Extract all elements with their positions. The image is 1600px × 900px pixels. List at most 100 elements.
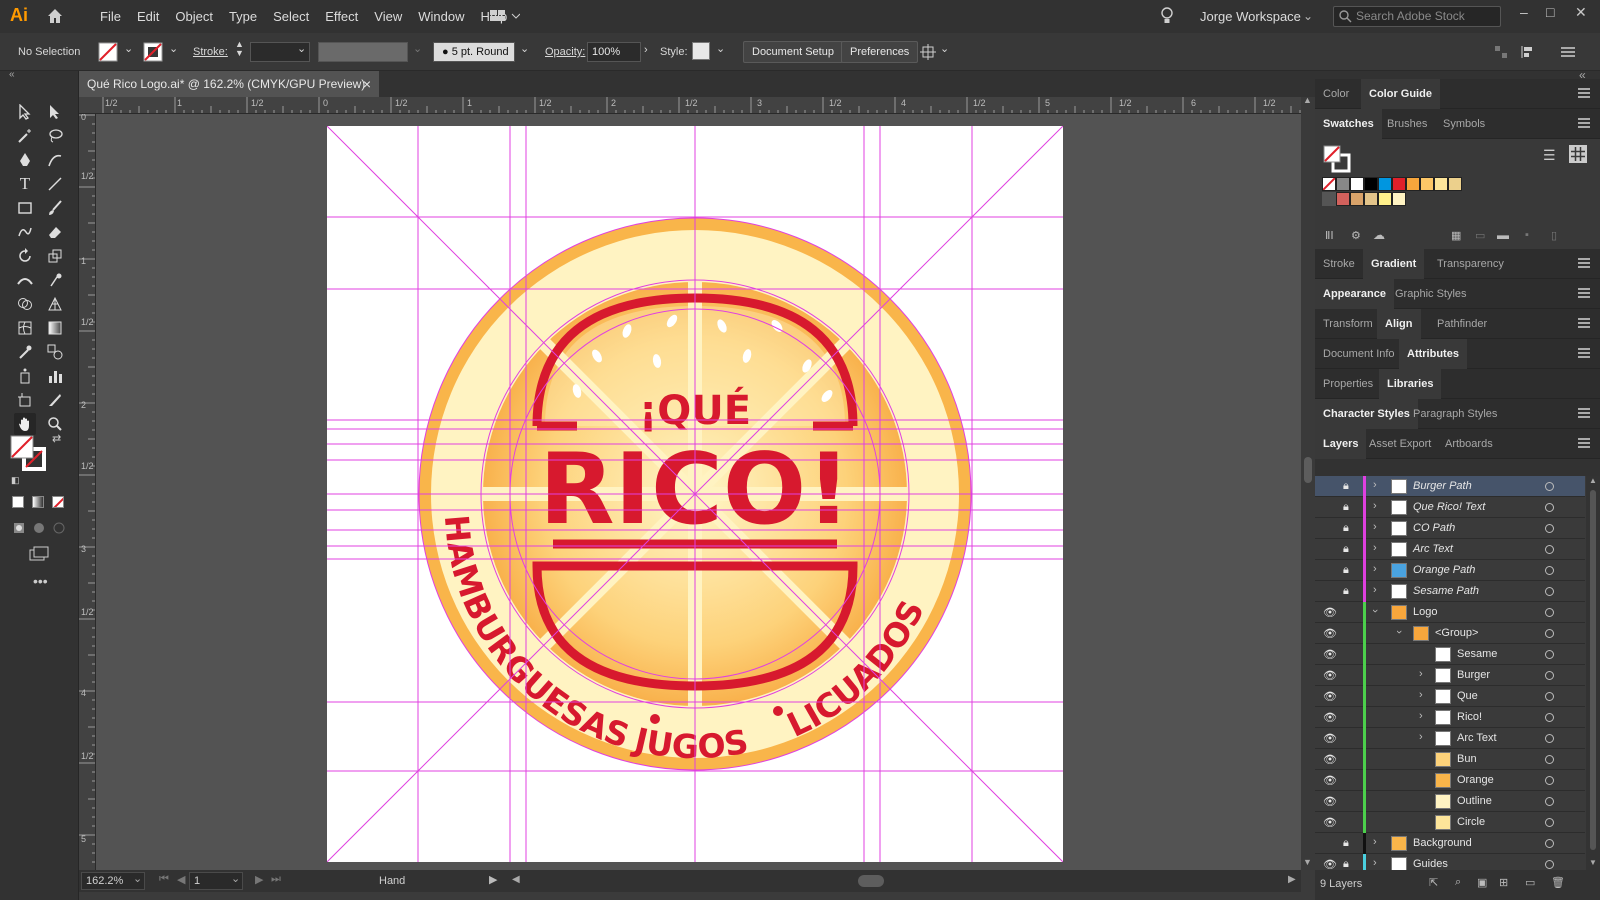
swatch-black[interactable] [1364, 177, 1378, 191]
swatch-none[interactable] [1322, 177, 1336, 191]
draw-inside-icon[interactable] [48, 517, 70, 539]
target-icon[interactable] [1545, 524, 1554, 533]
tab-artboards[interactable]: Artboards [1437, 429, 1501, 459]
visibility-eye-icon[interactable]: 👁︎ [1323, 690, 1337, 703]
scroll-down-icon[interactable]: ▼ [1303, 857, 1312, 867]
expand-layer-icon[interactable]: › [1419, 668, 1423, 680]
visibility-eye-icon[interactable]: 👁︎ [1323, 753, 1337, 766]
target-icon[interactable] [1545, 860, 1554, 869]
lock-icon[interactable]: 🔒︎ [1343, 585, 1349, 598]
swatch-sand[interactable] [1364, 192, 1378, 206]
target-icon[interactable] [1545, 545, 1554, 554]
panel-menu-icon[interactable] [1578, 408, 1590, 418]
line-tool-icon[interactable] [44, 173, 66, 195]
vertical-ruler[interactable]: 0 1/2 1 1/2 2 1/2 3 1/2 4 1/2 5 [79, 114, 96, 870]
draw-behind-icon[interactable] [28, 517, 50, 539]
panel-menu-icon[interactable] [1578, 258, 1590, 268]
style-chevron-icon[interactable]: ⌄ [716, 42, 725, 55]
vertical-scrollbar[interactable]: ▲ ▼ [1301, 95, 1315, 870]
tab-asset-export[interactable]: Asset Export [1361, 429, 1439, 459]
cloud-icon[interactable]: ☁ [1373, 228, 1385, 242]
close-tab-icon[interactable]: × [363, 71, 371, 97]
target-icon[interactable] [1545, 650, 1554, 659]
draw-normal-icon[interactable] [8, 517, 30, 539]
align-to-icon[interactable] [920, 44, 936, 60]
distribute-icon[interactable] [1520, 44, 1536, 60]
color-mode-icon[interactable] [12, 496, 24, 508]
swatch-caramel[interactable] [1350, 192, 1364, 206]
zoom-chevron-icon[interactable]: ⌄ [133, 872, 142, 885]
close-window-icon[interactable]: ✕ [1575, 4, 1587, 21]
tab-color[interactable]: Color [1315, 79, 1357, 109]
home-icon[interactable] [46, 7, 64, 25]
expand-layer-icon[interactable]: › [1373, 836, 1377, 848]
swatch-yellow[interactable] [1434, 177, 1448, 191]
scroll-up-icon[interactable]: ▲ [1589, 476, 1597, 485]
layer-row[interactable]: 🔒︎ › Que Rico! Text [1315, 497, 1585, 518]
lock-icon[interactable]: 🔒︎ [1343, 501, 1349, 514]
symbol-sprayer-tool-icon[interactable] [14, 365, 36, 387]
workspace-switcher[interactable]: Jorge Workspace [1200, 9, 1301, 24]
export-icon[interactable]: ⇱ [1429, 876, 1438, 889]
collapse-layer-icon[interactable]: › [1393, 630, 1405, 634]
layer-row[interactable]: 🔒︎ › Orange Path [1315, 560, 1585, 581]
expand-layer-icon[interactable]: › [1373, 521, 1377, 533]
stroke-dropdown-icon[interactable]: ⌄ [169, 42, 178, 55]
visibility-eye-icon[interactable]: 👁︎ [1323, 711, 1337, 724]
lock-icon[interactable]: 🔒︎ [1343, 522, 1349, 535]
eraser-tool-icon[interactable] [44, 221, 66, 243]
vertical-scroll-thumb[interactable] [1304, 457, 1312, 483]
panel-menu-icon[interactable] [1578, 318, 1590, 328]
shape-builder-tool-icon[interactable] [14, 293, 36, 315]
direct-selection-tool-icon[interactable] [44, 101, 66, 123]
arrange-icon[interactable] [1494, 45, 1508, 59]
tab-pathfinder[interactable]: Pathfinder [1429, 309, 1495, 339]
target-icon[interactable] [1545, 671, 1554, 680]
lock-icon[interactable]: 🔒︎ [1343, 564, 1349, 577]
paintbrush-tool-icon[interactable] [44, 197, 66, 219]
menu-edit[interactable]: Edit [129, 9, 167, 24]
pen-tool-icon[interactable] [14, 149, 36, 171]
layer-row[interactable]: 👁︎ Orange [1315, 770, 1585, 791]
menu-file[interactable]: File [92, 9, 129, 24]
collapse-toolbar-icon[interactable]: « [9, 69, 15, 80]
layer-row[interactable]: 👁︎ › Arc Text [1315, 728, 1585, 749]
visibility-eye-icon[interactable]: 👁︎ [1323, 795, 1337, 808]
tab-graphic-styles[interactable]: Graphic Styles [1387, 279, 1475, 309]
preferences-button[interactable]: Preferences [841, 41, 919, 63]
horizontal-scroll-thumb[interactable] [858, 875, 884, 887]
opacity-field[interactable]: 100% [587, 42, 641, 62]
minimize-icon[interactable]: – [1520, 4, 1528, 20]
previous-artboard-icon[interactable]: ◀ [177, 873, 185, 886]
panel-menu-icon[interactable] [1578, 88, 1590, 98]
fill-swatch-icon[interactable] [98, 42, 118, 62]
expand-layer-icon[interactable]: › [1373, 542, 1377, 554]
visibility-eye-icon[interactable]: 👁︎ [1323, 669, 1337, 682]
lasso-tool-icon[interactable] [44, 125, 66, 147]
maximize-icon[interactable]: □ [1546, 4, 1554, 20]
menu-select[interactable]: Select [265, 9, 317, 24]
scroll-up-icon[interactable]: ▲ [1303, 95, 1312, 105]
expand-layer-icon[interactable]: › [1373, 584, 1377, 596]
tab-symbols[interactable]: Symbols [1435, 109, 1493, 139]
lightbulb-icon[interactable] [1160, 7, 1174, 25]
tab-attributes[interactable]: Attributes [1399, 339, 1467, 369]
screen-mode-icon[interactable] [28, 543, 50, 565]
swatch-libraries-icon[interactable]: ⅡⅠ [1325, 229, 1334, 242]
tab-document-info[interactable]: Document Info [1315, 339, 1403, 369]
type-tool-icon[interactable]: T [14, 173, 36, 195]
visibility-eye-icon[interactable]: 👁︎ [1323, 606, 1337, 619]
curvature-tool-icon[interactable] [44, 149, 66, 171]
target-icon[interactable] [1545, 608, 1554, 617]
eyedropper-tool-icon[interactable] [14, 341, 36, 363]
target-icon[interactable] [1545, 692, 1554, 701]
visibility-eye-icon[interactable]: 👁︎ [1323, 732, 1337, 745]
locate-object-icon[interactable]: ⌕ [1455, 876, 1461, 889]
layer-row[interactable]: 👁︎ › Rico! [1315, 707, 1585, 728]
puppet-warp-tool-icon[interactable] [44, 269, 66, 291]
scroll-down-icon[interactable]: ▼ [1589, 858, 1597, 867]
layer-row[interactable]: 🔒︎ › Sesame Path [1315, 581, 1585, 602]
graphic-style-swatch[interactable] [692, 42, 710, 60]
brush-chevron-icon[interactable]: ⌄ [520, 42, 529, 55]
swatch-kind-icon[interactable]: ⚙ [1351, 229, 1361, 242]
